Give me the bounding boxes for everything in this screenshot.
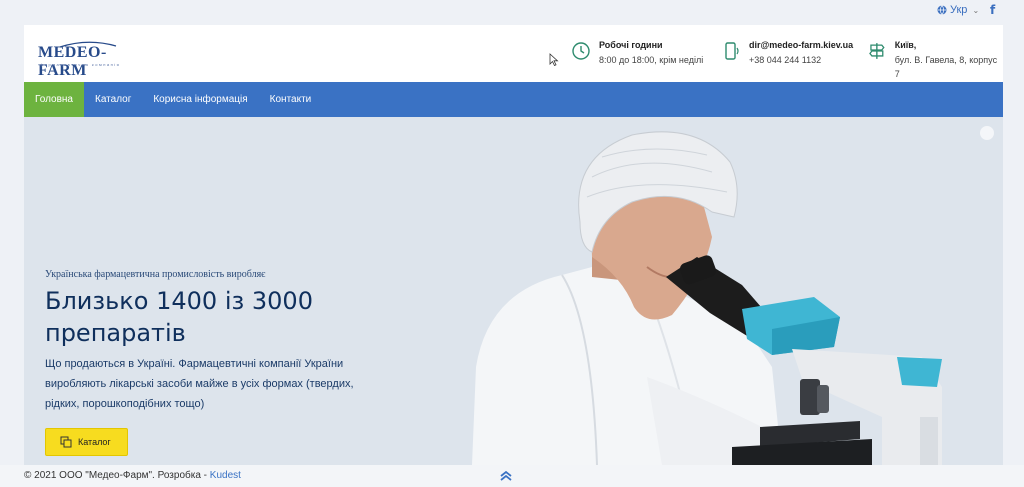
catalog-button-label: Каталог: [78, 437, 111, 447]
clock-icon: [572, 42, 590, 60]
hero-eyebrow: Українська фармацевтична промисловість в…: [45, 269, 266, 280]
scientist-microscope-image: [472, 131, 942, 465]
address-street: бул. В. Гавела, 8, корпус 7: [894, 55, 998, 79]
hero-headline: Близько 1400 із 3000 препаратів: [45, 287, 313, 347]
double-chevron-up-icon[interactable]: [499, 470, 513, 482]
address-city: Київ,: [894, 40, 917, 50]
top-bar: Укр ⌄ f: [0, 0, 1024, 22]
contact-email[interactable]: dir@medeo-farm.kiev.ua: [749, 39, 853, 51]
logo[interactable]: MEDEO-FARM фармацевтична компанія: [38, 41, 130, 79]
nav-item-contacts[interactable]: Контакти: [259, 82, 323, 117]
site-footer: © 2021 ООО "Медео-Фарм". Розробка - Kude…: [0, 465, 1024, 487]
facebook-icon[interactable]: f: [990, 3, 995, 17]
copyright-label: © 2021 ООО "Медео-Фарм". Розробка -: [24, 470, 210, 481]
developer-link[interactable]: Kudest: [210, 470, 241, 481]
copy-icon: [60, 436, 72, 448]
hours-value: 8:00 до 18:00, крім неділі: [599, 55, 704, 65]
slider-dot[interactable]: [980, 126, 994, 140]
main-nav: Головна Каталог Корисна інформація Конта…: [24, 82, 1003, 117]
hours-title: Робочі години: [599, 40, 663, 50]
contact-info: dir@medeo-farm.kiev.ua +38 044 244 1132: [721, 39, 853, 67]
cursor-icon: [549, 53, 559, 66]
hero-description: Що продаються в Україні. Фармацевтичні к…: [45, 358, 354, 410]
address-info: Київ, бул. В. Гавела, 8, корпус 7: [867, 39, 1003, 81]
signpost-icon: [869, 43, 885, 59]
globe-icon: [937, 5, 947, 15]
hero-banner: Українська фармацевтична промисловість в…: [24, 117, 1003, 465]
contact-phone[interactable]: +38 044 244 1132: [749, 53, 853, 67]
nav-item-home[interactable]: Головна: [24, 82, 84, 117]
copyright-text: © 2021 ООО "Медео-Фарм". Розробка - Kude…: [24, 470, 241, 481]
chevron-down-icon: ⌄: [972, 5, 980, 15]
language-label: Укр: [950, 4, 968, 16]
logo-tagline: фармацевтична компанія: [40, 62, 121, 67]
phone-icon: [725, 42, 739, 60]
nav-item-useful-info[interactable]: Корисна інформація: [142, 82, 258, 117]
language-switcher[interactable]: Укр ⌄: [937, 4, 979, 16]
site-header: MEDEO-FARM фармацевтична компанія Робочі…: [24, 25, 1003, 82]
nav-item-catalog[interactable]: Каталог: [84, 82, 142, 117]
hours-info: Робочі години 8:00 до 18:00, крім неділі: [571, 39, 703, 67]
catalog-button[interactable]: Каталог: [45, 428, 128, 456]
